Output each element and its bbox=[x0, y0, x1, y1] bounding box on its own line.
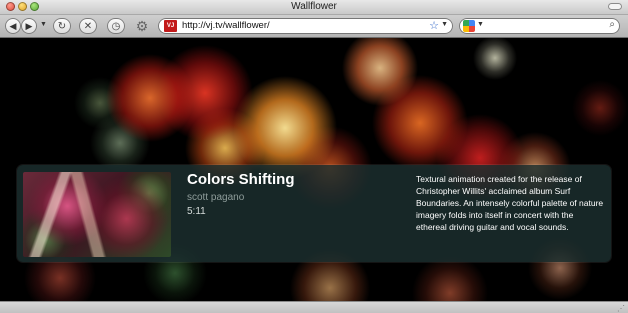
stop-button[interactable]: ✕ bbox=[79, 18, 97, 34]
video-description: Textural animation created for the relea… bbox=[416, 174, 604, 232]
video-duration: 5:11 bbox=[187, 206, 206, 217]
search-engine-icon[interactable] bbox=[463, 20, 475, 32]
forward-button[interactable]: ▶ bbox=[21, 18, 37, 34]
magnifier-icon[interactable]: ⌕ bbox=[609, 19, 615, 30]
search-engine-dropdown-icon[interactable]: ▼ bbox=[477, 21, 484, 28]
browser-toolbar: ◀ ▶ ▼ ↻ ✕ ◷ ⚙ VJ http://vj.tv/wallflower… bbox=[0, 15, 628, 38]
gear-icon[interactable]: ⚙ bbox=[134, 18, 150, 34]
browser-window: Wallflower ◀ ▶ ▼ ↻ ✕ ◷ ⚙ VJ http://vj.tv… bbox=[0, 0, 628, 313]
back-arrow-icon: ◀ bbox=[9, 20, 17, 31]
history-button[interactable]: ◷ bbox=[107, 18, 125, 34]
url-text[interactable]: http://vj.tv/wallflower/ bbox=[182, 20, 270, 31]
address-bar[interactable]: VJ http://vj.tv/wallflower/ ☆ ▼ bbox=[158, 18, 453, 34]
video-title: Colors Shifting bbox=[187, 171, 295, 188]
star-icon[interactable]: ☆ bbox=[429, 19, 439, 32]
page-content: Colors Shifting scott pagano 5:11 Textur… bbox=[0, 38, 628, 301]
history-clock-icon: ◷ bbox=[111, 20, 121, 32]
site-favicon: VJ bbox=[164, 20, 177, 32]
video-thumbnail[interactable] bbox=[23, 172, 171, 257]
resize-grip-icon[interactable]: ⋰ bbox=[617, 304, 625, 313]
status-bar: ⋰ bbox=[0, 301, 628, 313]
window-title: Wallflower bbox=[291, 1, 337, 12]
video-author: scott pagano bbox=[187, 192, 245, 203]
toolbar-toggle-button[interactable] bbox=[608, 3, 622, 10]
title-bar: Wallflower bbox=[0, 0, 628, 15]
back-button[interactable]: ◀ bbox=[5, 18, 21, 34]
search-bar[interactable]: ▼ ⌕ bbox=[459, 18, 620, 34]
url-dropdown-icon[interactable]: ▼ bbox=[441, 21, 448, 28]
video-info-panel: Colors Shifting scott pagano 5:11 Textur… bbox=[17, 165, 611, 262]
reload-button[interactable]: ↻ bbox=[53, 18, 71, 34]
history-dropdown-icon[interactable]: ▼ bbox=[40, 21, 47, 28]
reload-icon: ↻ bbox=[57, 20, 67, 32]
stop-icon: ✕ bbox=[83, 20, 93, 32]
forward-arrow-icon: ▶ bbox=[25, 20, 33, 31]
